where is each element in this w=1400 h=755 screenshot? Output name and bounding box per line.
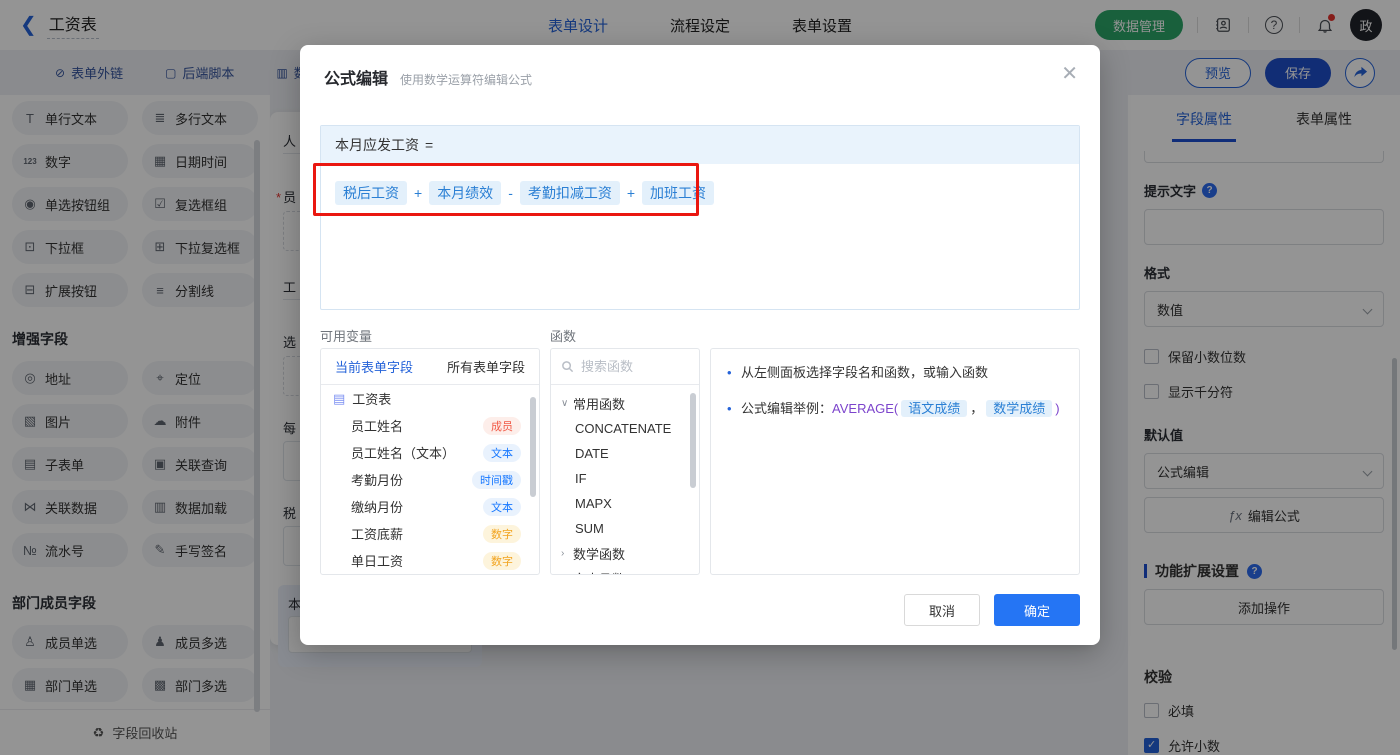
- group-label: 文本函数: [573, 569, 625, 575]
- operator: +: [626, 185, 636, 201]
- variable-row[interactable]: 工资底薪 数字: [321, 520, 539, 547]
- type-badge: 文本: [483, 498, 521, 516]
- function-item[interactable]: MAPX: [551, 491, 699, 516]
- variable-name: 缴纳月份: [351, 497, 403, 516]
- formula-field-chip[interactable]: 考勤扣减工资: [520, 181, 620, 205]
- function-name: AVERAGE(: [832, 401, 898, 416]
- functions-panel: ∨常用函数 CONCATENATE DATE IF MAPX SUM ›数学函数…: [550, 348, 700, 575]
- variable-row[interactable]: 数字: [321, 574, 539, 575]
- group-label: 数学函数: [573, 544, 625, 563]
- formula-field-chip[interactable]: 加班工资: [642, 181, 714, 205]
- comma: ，: [970, 401, 983, 416]
- formula-target-strip: 本月应发工资 =: [321, 126, 1079, 164]
- functions-scrollbar[interactable]: [690, 393, 696, 488]
- tab-all-form-fields[interactable]: 所有表单字段: [447, 357, 525, 376]
- operator: -: [507, 185, 514, 201]
- variable-name: 单日工资: [351, 551, 403, 570]
- variable-row[interactable]: 考勤月份 时间戳: [321, 466, 539, 493]
- variable-name: 工资底薪: [351, 524, 403, 543]
- function-tree: ∨常用函数 CONCATENATE DATE IF MAPX SUM ›数学函数…: [551, 385, 699, 575]
- operator: +: [413, 185, 423, 201]
- type-badge: 数字: [483, 525, 521, 543]
- variables-scrollbar[interactable]: [530, 397, 536, 497]
- formula-target-label: 本月应发工资: [335, 135, 419, 155]
- formula-editor[interactable]: 本月应发工资 = 税后工资 + 本月绩效 - 考勤扣减工资 + 加班工资: [320, 125, 1080, 310]
- type-badge: 数字: [483, 552, 521, 570]
- variable-name: 员工姓名（文本）: [351, 443, 455, 462]
- search-icon: [561, 360, 574, 373]
- variables-root-label: 工资表: [352, 389, 391, 408]
- formula-field-chip[interactable]: 本月绩效: [429, 181, 501, 205]
- function-item[interactable]: SUM: [551, 516, 699, 541]
- close-icon[interactable]: ✕: [1061, 61, 1078, 86]
- help-line-2: 公式编辑举例：AVERAGE(语文成绩，数学成绩): [727, 399, 1063, 419]
- modal-subtitle: 使用数学运算符编辑公式: [400, 71, 532, 88]
- variable-row[interactable]: 单日工资数字: [321, 547, 539, 574]
- type-badge: 时间戳: [472, 471, 521, 489]
- function-item[interactable]: IF: [551, 466, 699, 491]
- variable-name: 考勤月份: [351, 470, 403, 489]
- variable-name: 员工姓名: [351, 416, 403, 435]
- help-panel: 从左侧面板选择字段名和函数，或输入函数 公式编辑举例：AVERAGE(语文成绩，…: [710, 348, 1080, 575]
- variables-list: ▤ 工资表 员工姓名 成员 员工姓名（文本） 文本 考勤月份 时间戳 缴纳月份 文本 工…: [321, 385, 539, 575]
- variables-root-row[interactable]: ▤ 工资表: [321, 385, 539, 412]
- type-badge: 文本: [483, 444, 521, 462]
- function-group-math[interactable]: ›数学函数: [551, 541, 699, 566]
- group-label: 常用函数: [573, 394, 625, 413]
- variable-row[interactable]: 员工姓名 成员: [321, 412, 539, 439]
- help-example-prefix: 公式编辑举例：: [741, 401, 832, 416]
- formula-editor-modal: ✕ 公式编辑 使用数学运算符编辑公式 本月应发工资 = 税后工资 + 本月绩效 …: [300, 45, 1100, 645]
- form-doc-icon: ▤: [333, 391, 345, 407]
- app-root: ❮ 工资表 表单设计 流程设定 表单设置 数据管理 ? 政 ⊘: [0, 0, 1400, 755]
- equals-sign: =: [425, 137, 433, 153]
- variable-row[interactable]: 缴纳月份 文本: [321, 493, 539, 520]
- function-item[interactable]: DATE: [551, 441, 699, 466]
- help-line-1: 从左侧面板选择字段名和函数，或输入函数: [727, 363, 1063, 383]
- variable-row[interactable]: 员工姓名（文本） 文本: [321, 439, 539, 466]
- example-field-chip: 语文成绩: [901, 400, 967, 417]
- function-search[interactable]: [551, 349, 699, 385]
- example-field-chip: 数学成绩: [986, 400, 1052, 417]
- cancel-button[interactable]: 取消: [904, 594, 980, 626]
- caret-right-icon: ›: [561, 573, 573, 575]
- function-item[interactable]: CONCATENATE: [551, 416, 699, 441]
- formula-field-chip[interactable]: 税后工资: [335, 181, 407, 205]
- tab-current-form-fields[interactable]: 当前表单字段: [335, 357, 413, 376]
- function-search-input[interactable]: [581, 359, 681, 374]
- variables-panel: 当前表单字段 所有表单字段 ▤ 工资表 员工姓名 成员 员工姓名（文本） 文本 考勤…: [320, 348, 540, 575]
- function-close-paren: ): [1055, 401, 1059, 416]
- caret-down-icon: ∨: [561, 398, 573, 409]
- functions-section-label: 函数: [550, 326, 576, 345]
- function-group-text[interactable]: ›文本函数: [551, 566, 699, 575]
- function-group-common[interactable]: ∨常用函数: [551, 391, 699, 416]
- confirm-button[interactable]: 确定: [994, 594, 1080, 626]
- modal-title: 公式编辑: [324, 65, 388, 89]
- type-badge: 成员: [483, 417, 521, 435]
- variables-section-label: 可用变量: [320, 326, 372, 345]
- formula-expression[interactable]: 税后工资 + 本月绩效 - 考勤扣减工资 + 加班工资: [321, 164, 1079, 222]
- caret-right-icon: ›: [561, 548, 573, 559]
